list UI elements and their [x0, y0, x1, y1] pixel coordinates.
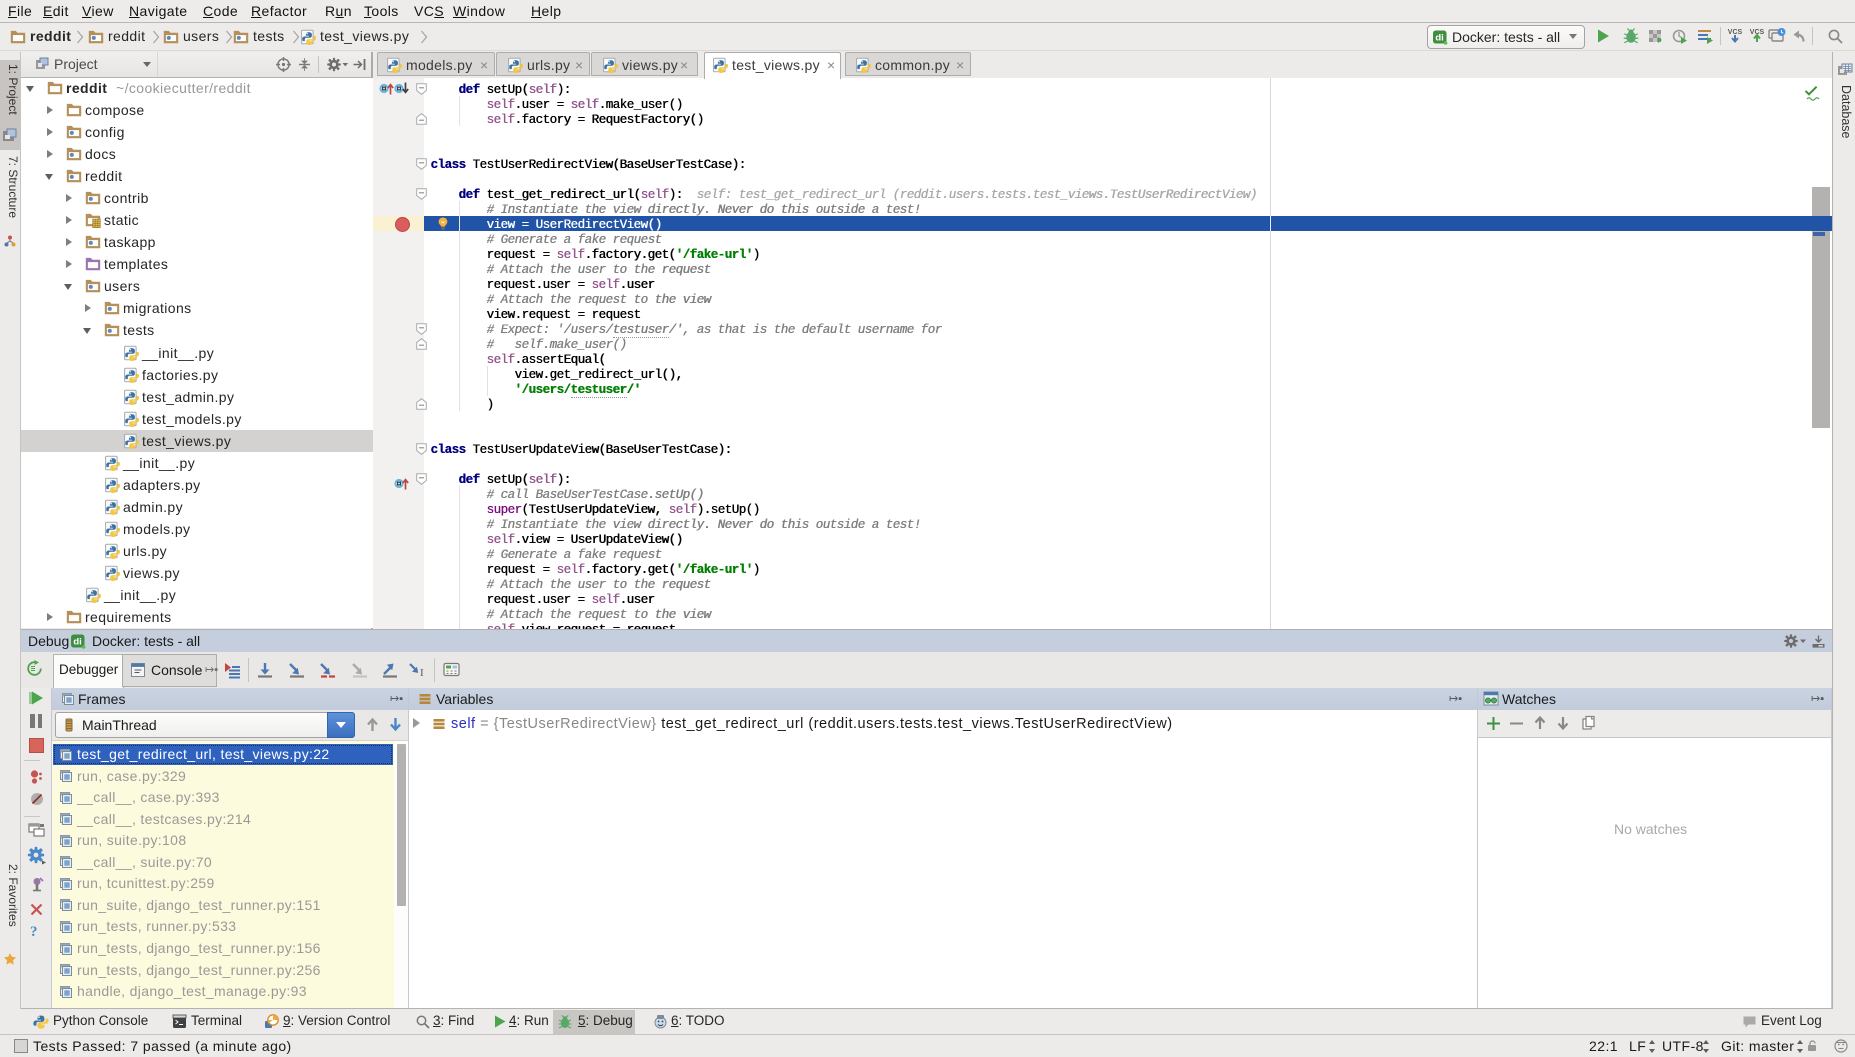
svg-text:I: I [420, 667, 424, 679]
svg-text:VCS: VCS [1728, 29, 1743, 36]
